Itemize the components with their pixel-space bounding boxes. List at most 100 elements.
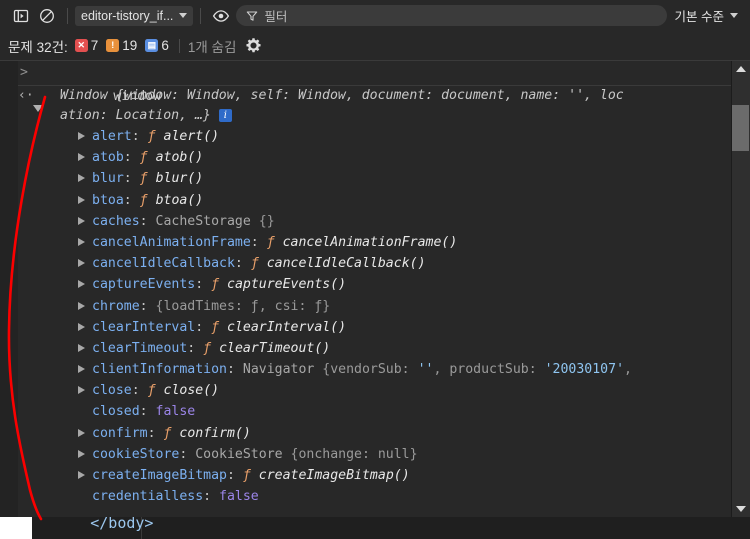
object-property-row[interactable]: btoa: ƒ btoa(): [34, 190, 732, 211]
property-expand-toggle[interactable]: [78, 386, 85, 395]
property-name: clientInformation: [92, 362, 227, 378]
property-separator: :: [195, 319, 212, 335]
constructor-name: CookieStore: [195, 446, 291, 462]
constructor-name: Navigator: [242, 362, 323, 378]
panel-left-icon[interactable]: [8, 3, 34, 29]
object-property-row[interactable]: chrome: {loadTimes: ƒ, csi: ƒ}: [34, 296, 732, 317]
property-expand-toggle[interactable]: [78, 471, 85, 479]
property-name: blur: [92, 171, 124, 187]
property-expand-toggle[interactable]: [78, 132, 85, 140]
object-property-row[interactable]: close: ƒ close(): [34, 380, 732, 401]
gear-icon[interactable]: [245, 37, 262, 54]
property-name: captureEvents: [92, 277, 196, 293]
property-expand-toggle[interactable]: [78, 428, 85, 437]
console-gutter: [0, 61, 18, 517]
object-property-row[interactable]: clientInformation: Navigator {vendorSub:…: [34, 359, 732, 380]
filter-funnel-icon: [247, 10, 258, 21]
object-property-row[interactable]: credentialless: false: [34, 486, 732, 507]
property-name: cookieStore: [92, 446, 180, 462]
property-expand-toggle[interactable]: [78, 237, 85, 246]
error-badge-group[interactable]: ✕: [74, 39, 88, 52]
log-level-label: 기본 수준: [674, 10, 724, 24]
property-separator: :: [147, 425, 164, 441]
object-property-row[interactable]: clearTimeout: ƒ clearTimeout(): [34, 338, 732, 359]
property-expand-toggle[interactable]: [78, 216, 85, 225]
object-property-row[interactable]: captureEvents: ƒ captureEvents(): [34, 274, 732, 295]
scrollbar-thumb[interactable]: [732, 105, 749, 151]
chevron-down-icon: [179, 13, 188, 18]
object-preview-line-1: Window {window: Window, self: Window, do…: [34, 86, 732, 106]
property-expand-toggle[interactable]: [78, 174, 85, 183]
property-separator: :: [131, 383, 148, 399]
function-marker: ƒ: [163, 425, 172, 441]
issues-label: 문제 32건:: [8, 39, 68, 55]
return-value-arrow-icon: ‹·: [18, 88, 34, 103]
eye-live-expression-icon[interactable]: [208, 3, 234, 29]
property-expand-toggle[interactable]: [78, 153, 85, 162]
clear-console-icon[interactable]: [34, 3, 60, 29]
console-input-row[interactable]: > window: [18, 61, 732, 104]
object-preview: {loadTimes: ƒ, csi: ƒ}: [155, 298, 331, 314]
property-name: createImageBitmap: [92, 468, 227, 483]
toolbar-divider-2: [200, 7, 202, 24]
function-marker: ƒ: [211, 277, 220, 293]
object-property-row[interactable]: atob: ƒ atob(): [34, 147, 732, 168]
property-expand-toggle[interactable]: [78, 343, 85, 352]
object-preview: {}: [258, 213, 275, 229]
execution-context-label: editor-tistory_if...: [81, 8, 174, 23]
execution-context-selector[interactable]: editor-tistory_if...: [75, 5, 194, 26]
function-marker: ƒ: [139, 192, 148, 208]
property-name: chrome: [92, 298, 140, 314]
object-property-row[interactable]: createImageBitmap: ƒ createImageBitmap(): [34, 465, 732, 486]
object-preview-line-2: ation: Location, …} i: [34, 106, 732, 126]
warning-badge-group[interactable]: !: [106, 39, 120, 52]
property-expand-toggle[interactable]: [78, 365, 85, 374]
property-separator: :: [123, 192, 140, 208]
console-result-row: ‹· Window {window: Window, self: Window,…: [18, 86, 732, 507]
function-signature: clearTimeout(): [219, 340, 331, 356]
function-signature: cancelAnimationFrame(): [282, 234, 458, 250]
boolean-value: false: [155, 404, 196, 420]
object-property-row[interactable]: cookieStore: CookieStore {onchange: null…: [34, 444, 732, 465]
devtools-window: editor-tistory_if... 필터 기본 수준 문제 32건: ✕ …: [0, 0, 750, 517]
prompt-arrow-icon: >: [20, 65, 28, 80]
property-separator: :: [234, 256, 251, 272]
scroll-up-arrow-icon[interactable]: [732, 61, 750, 77]
property-separator: :: [250, 234, 267, 250]
screenshot-root: </body> editor-tistory_if... 필터 기본 수준 문제…: [0, 0, 750, 539]
object-property-row[interactable]: confirm: ƒ confirm(): [34, 423, 732, 444]
property-expand-toggle[interactable]: [78, 195, 85, 204]
function-signature: alert(): [163, 129, 220, 144]
scroll-down-arrow-icon[interactable]: [732, 501, 750, 517]
property-expand-toggle[interactable]: [78, 301, 85, 310]
function-signature: confirm(): [179, 425, 251, 441]
object-property-row[interactable]: blur: ƒ blur(): [34, 168, 732, 189]
info-count: 6: [161, 38, 169, 53]
filter-input[interactable]: 필터: [236, 5, 667, 26]
log-level-selector[interactable]: 기본 수준: [675, 6, 742, 25]
object-property-row[interactable]: alert: ƒ alert(): [34, 126, 732, 147]
property-separator: :: [123, 150, 140, 166]
property-expand-toggle[interactable]: [78, 259, 85, 268]
constructor-name: CacheStorage: [155, 213, 259, 229]
info-chip-icon[interactable]: i: [218, 108, 232, 122]
property-separator: :: [187, 340, 204, 356]
function-marker: ƒ: [211, 319, 220, 335]
console-scrollbar[interactable]: [731, 61, 750, 517]
info-badge-group[interactable]: ▤: [145, 39, 159, 52]
property-name: clearInterval: [92, 319, 196, 335]
object-property-row[interactable]: caches: CacheStorage {}: [34, 211, 732, 232]
property-separator: :: [139, 404, 156, 420]
filter-placeholder: 필터: [264, 10, 288, 24]
property-expand-toggle[interactable]: [78, 449, 85, 458]
object-property-row[interactable]: clearInterval: ƒ clearInterval(): [34, 317, 732, 338]
property-expand-toggle[interactable]: [78, 322, 85, 331]
function-signature: createImageBitmap(): [258, 468, 410, 483]
function-marker: ƒ: [266, 234, 275, 250]
object-property-row[interactable]: cancelIdleCallback: ƒ cancelIdleCallback…: [34, 253, 732, 274]
object-property-row[interactable]: closed: false: [34, 401, 732, 422]
property-expand-toggle[interactable]: [78, 280, 85, 289]
function-signature: clearInterval(): [227, 319, 347, 335]
object-property-row[interactable]: cancelAnimationFrame: ƒ cancelAnimationF…: [34, 232, 732, 253]
property-name: clearTimeout: [92, 340, 188, 356]
